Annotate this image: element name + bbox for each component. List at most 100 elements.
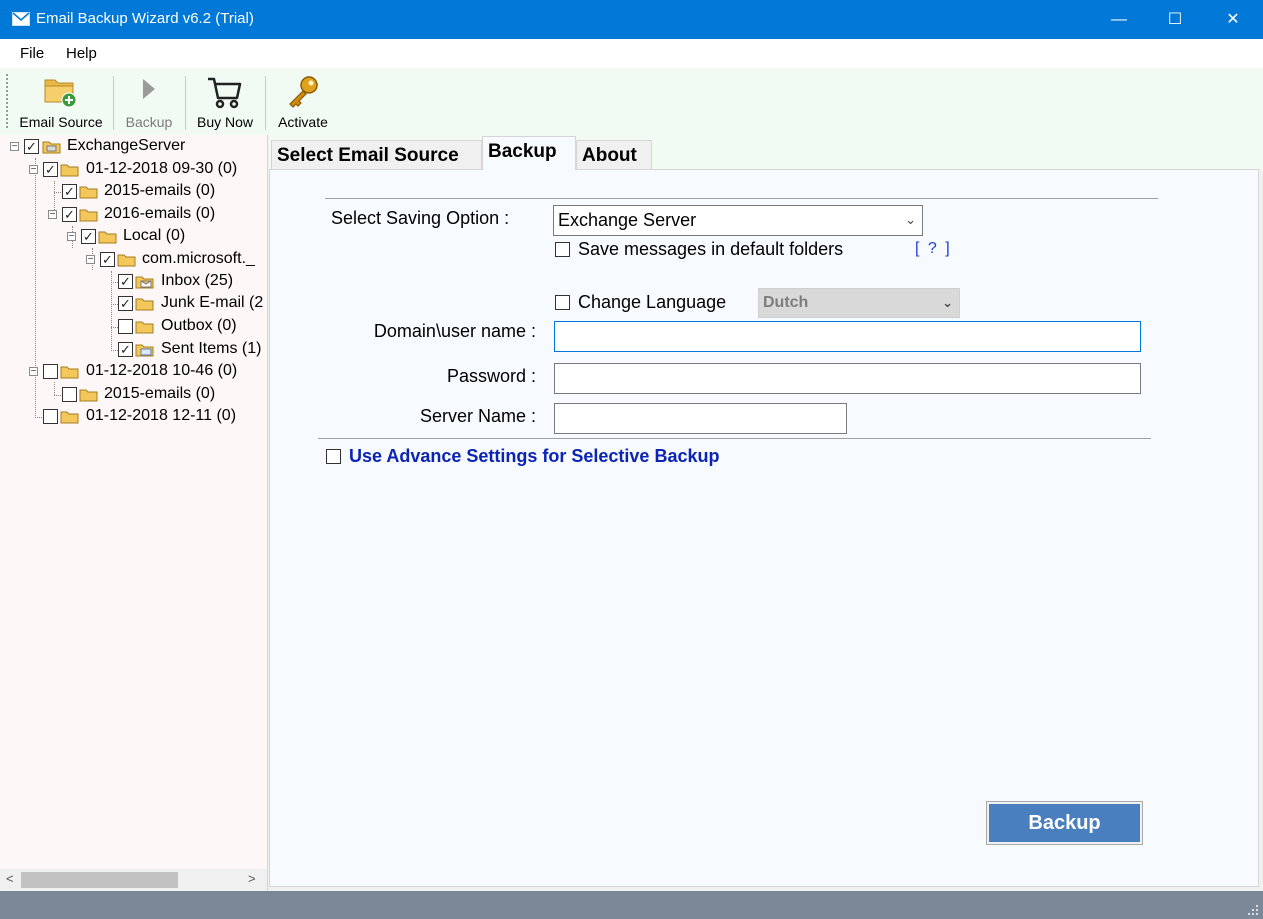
tree-node-label: ExchangeServer [67, 137, 186, 154]
tree-checkbox[interactable]: ✓ [100, 252, 115, 267]
tree-node-label: Local (0) [123, 227, 186, 244]
save-default-folders-checkbox[interactable] [555, 242, 570, 257]
saving-option-value: Exchange Server [558, 210, 697, 230]
tree-checkbox[interactable] [43, 409, 58, 424]
backup-button-label: Backup [989, 804, 1140, 842]
tree-connector [111, 282, 118, 283]
menu-help[interactable]: Help [66, 45, 97, 62]
toolbar-grip [6, 74, 8, 130]
resize-grip-icon[interactable] [1247, 904, 1259, 916]
language-dropdown: Dutch ⌄ [758, 288, 960, 318]
tree-node-label: 2016-emails (0) [104, 205, 216, 222]
tree-checkbox[interactable]: ✓ [62, 207, 77, 222]
tree-horizontal-scrollbar[interactable]: < > [0, 869, 267, 891]
help-link[interactable]: [ ? ] [915, 240, 952, 258]
shopping-cart-icon [208, 77, 242, 109]
status-bar [0, 891, 1263, 919]
folder-icon [135, 298, 154, 311]
tree-checkbox[interactable]: ✓ [81, 229, 96, 244]
minimize-button[interactable]: — [1091, 0, 1147, 39]
tree-node-label: 01-12-2018 12-11 (0) [86, 407, 237, 424]
maximize-button[interactable]: ☐ [1147, 0, 1203, 39]
folder-icon [117, 254, 136, 267]
tree-connector [111, 271, 112, 351]
advance-settings-label[interactable]: Use Advance Settings for Selective Backu… [349, 446, 719, 467]
tree-connector [54, 382, 55, 395]
inbox-folder-icon [135, 276, 154, 289]
tree-checkbox[interactable] [43, 364, 58, 379]
tree-node-label: Sent Items (1) [161, 340, 262, 357]
collapse-toggle[interactable]: − [10, 142, 19, 152]
toolbar-separator [185, 76, 186, 130]
tab-select-email-source[interactable]: Select Email Source [271, 140, 482, 169]
password-input[interactable] [554, 363, 1141, 394]
domain-user-input[interactable] [554, 321, 1141, 352]
tree-connector [54, 395, 61, 396]
buy-now-button[interactable]: Buy Now [190, 72, 260, 132]
language-value: Dutch [763, 294, 809, 311]
collapse-toggle[interactable]: − [48, 210, 57, 220]
bottom-divider [318, 438, 1151, 439]
server-folder-icon [42, 141, 61, 154]
folder-icon [79, 389, 98, 402]
title-bar: Email Backup Wizard v6.2 (Trial) — ☐ ✕ [0, 0, 1263, 39]
toolbar-separator [113, 76, 114, 130]
scrollbar-thumb[interactable] [21, 872, 178, 888]
tree-connector [111, 350, 118, 351]
tree-connector [111, 304, 118, 305]
save-default-folders-label: Save messages in default folders [578, 239, 844, 259]
sent-folder-icon [135, 344, 154, 357]
folder-icon [79, 209, 98, 222]
collapse-toggle[interactable]: − [67, 232, 76, 242]
backup-button[interactable]: Backup [986, 801, 1143, 845]
email-source-button[interactable]: Email Source [14, 72, 108, 132]
chevron-down-icon: ⌄ [942, 295, 953, 310]
activate-button[interactable]: Activate [270, 72, 336, 132]
tree-checkbox[interactable]: ✓ [43, 162, 58, 177]
server-name-input[interactable] [554, 403, 847, 434]
tree-checkbox[interactable]: ✓ [118, 296, 133, 311]
window-title: Email Backup Wizard v6.2 (Trial) [36, 10, 254, 27]
tree-checkbox[interactable]: ✓ [118, 274, 133, 289]
folder-tree: − ✓ ExchangeServer − ✓ 01-12-2018 09-30 … [0, 135, 268, 891]
chevron-down-icon: ⌄ [905, 212, 916, 227]
menu-bar: File Help [0, 39, 1263, 68]
tree-node-label: 01-12-2018 09-30 (0) [86, 160, 238, 177]
backup-panel: Select Saving Option : Exchange Server ⌄… [269, 169, 1259, 887]
tree-connector [54, 192, 61, 193]
tab-about[interactable]: About [576, 140, 652, 169]
tree-checkbox[interactable]: ✓ [62, 184, 77, 199]
backup-toolbar-button[interactable]: Backup [118, 72, 180, 132]
folder-icon [79, 186, 98, 199]
toolbar: Email Source Backup Buy Now Activate [0, 68, 1263, 135]
collapse-toggle[interactable]: − [86, 255, 95, 265]
tab-backup[interactable]: Backup [482, 136, 576, 170]
tree-connector [35, 417, 42, 418]
tree-connector [111, 327, 118, 328]
key-icon [289, 76, 318, 108]
close-button[interactable]: ✕ [1205, 0, 1261, 39]
change-language-checkbox[interactable] [555, 295, 570, 310]
tree-checkbox[interactable] [118, 319, 133, 334]
scroll-right-icon[interactable]: > [248, 871, 256, 886]
menu-file[interactable]: File [20, 45, 44, 62]
folder-icon [135, 321, 154, 334]
email-app-icon [12, 12, 30, 26]
tree-checkbox[interactable]: ✓ [24, 139, 39, 154]
buy-now-label: Buy Now [196, 114, 254, 130]
folder-icon [60, 164, 79, 177]
saving-option-label: Select Saving Option : [331, 208, 510, 228]
collapse-toggle[interactable]: − [29, 165, 38, 175]
tree-checkbox[interactable] [62, 387, 77, 402]
saving-option-dropdown[interactable]: Exchange Server ⌄ [553, 205, 923, 236]
tree-node-label: 2015-emails (0) [104, 385, 216, 402]
tree-checkbox[interactable]: ✓ [118, 342, 133, 357]
scroll-left-icon[interactable]: < [6, 871, 14, 886]
collapse-toggle[interactable]: − [29, 367, 38, 377]
tab-strip: Select Email Source Backup About [269, 135, 1263, 170]
tree-node-label: Inbox (25) [161, 272, 234, 289]
tree-node-label: Junk E-mail (2 [161, 294, 264, 311]
advance-settings-checkbox[interactable] [326, 449, 341, 464]
play-arrow-icon [143, 79, 155, 99]
folder-add-icon [44, 79, 77, 108]
